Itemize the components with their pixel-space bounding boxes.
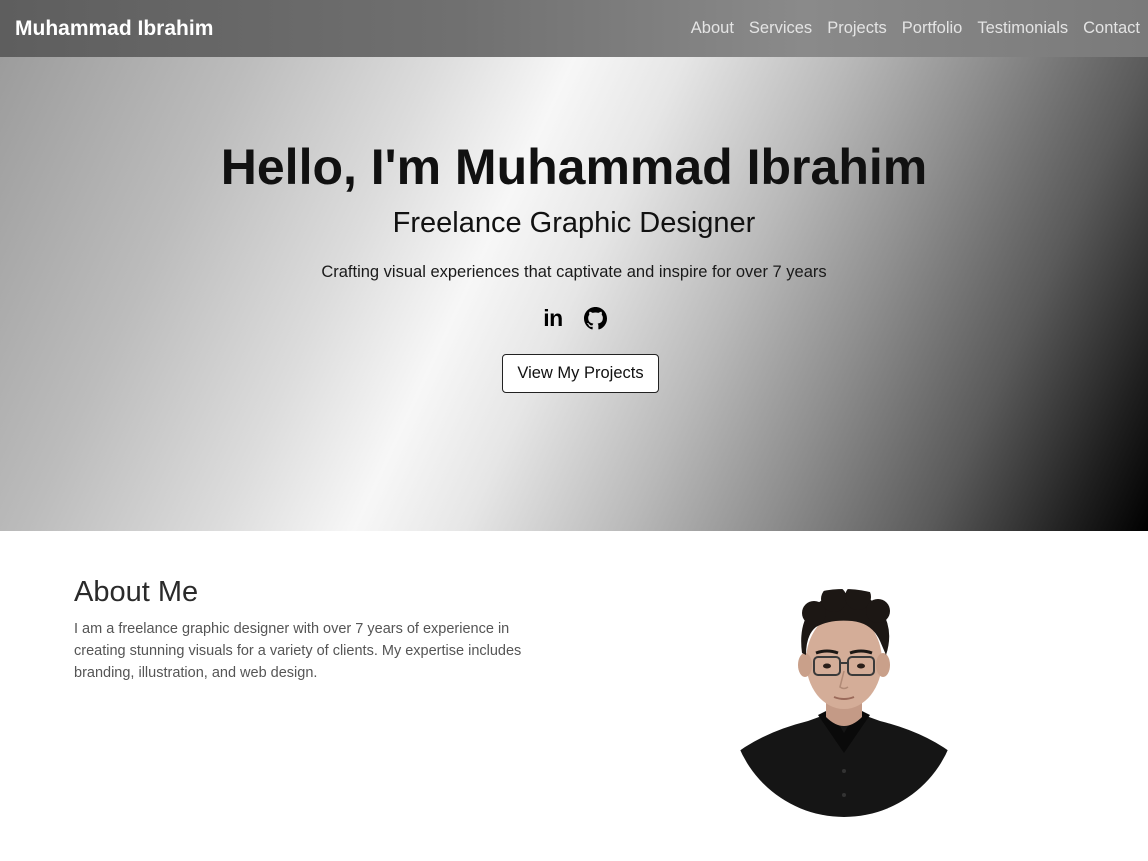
nav-link-portfolio[interactable]: Portfolio [902, 19, 963, 38]
nav-links: About Services Projects Portfolio Testim… [676, 19, 1140, 38]
about-description: I am a freelance graphic designer with o… [74, 621, 522, 681]
view-projects-button[interactable]: View My Projects [502, 354, 659, 393]
hero-title: Hello, I'm Muhammad Ibrahim [220, 139, 928, 195]
linkedin-glyph: in [543, 304, 563, 331]
github-icon[interactable] [583, 305, 607, 331]
linkedin-icon[interactable]: in [541, 305, 565, 331]
social-links: in [0, 305, 1148, 331]
nav-link-projects[interactable]: Projects [827, 19, 887, 38]
brand-logo[interactable]: Muhammad Ibrahim [15, 17, 213, 41]
nav-link-about[interactable]: About [691, 19, 734, 38]
hero-section: Hello, I'm Muhammad Ibrahim Freelance Gr… [0, 57, 1148, 531]
avatar [730, 589, 958, 817]
hero-subtitle: Freelance Graphic Designer [392, 207, 756, 239]
nav-link-services[interactable]: Services [749, 19, 812, 38]
nav-link-testimonials[interactable]: Testimonials [977, 19, 1068, 38]
hero-tagline: Crafting visual experiences that captiva… [321, 263, 827, 281]
nav-link-contact[interactable]: Contact [1083, 19, 1140, 38]
about-title: About Me [74, 576, 199, 608]
github-icon-svg [583, 306, 607, 329]
navbar: Muhammad Ibrahim About Services Projects… [0, 0, 1148, 57]
